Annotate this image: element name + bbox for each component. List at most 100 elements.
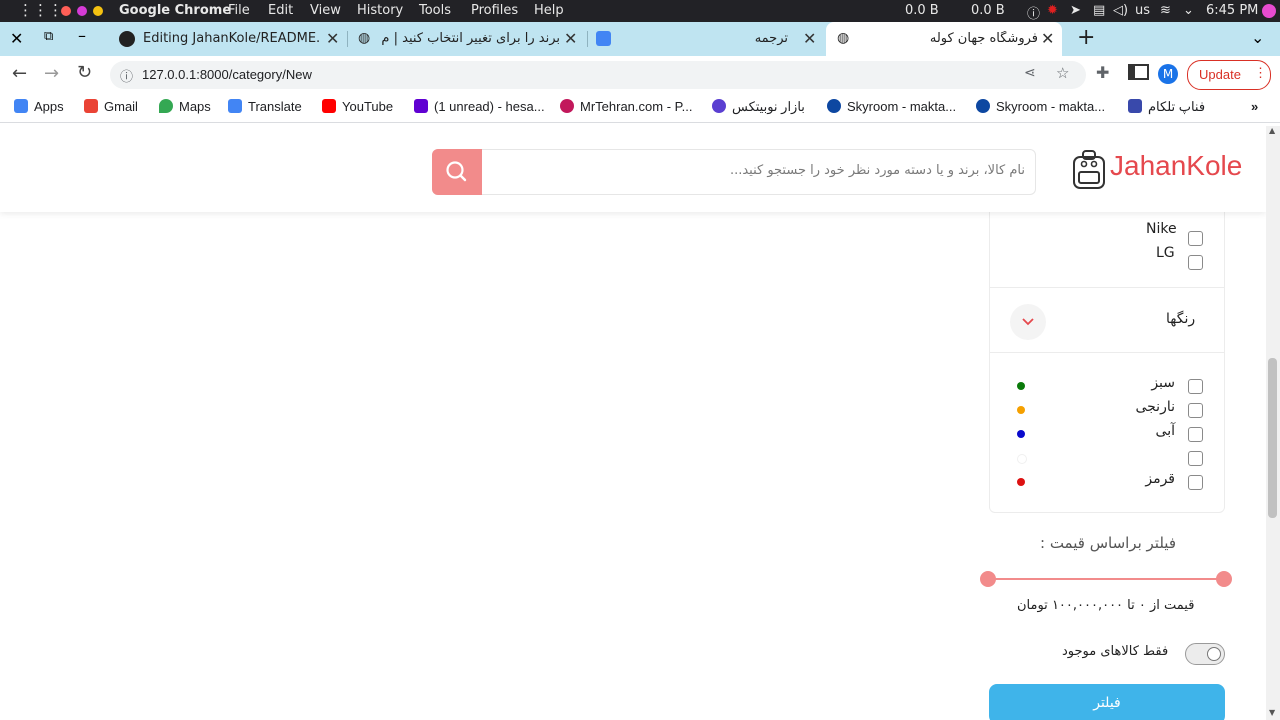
color-label: سبز bbox=[1151, 375, 1175, 391]
bookmark-maps[interactable]: Maps bbox=[159, 99, 211, 114]
menu-help[interactable]: Help bbox=[534, 3, 564, 18]
tab-brand-select[interactable]: ◍ برند را برای تغییر انتخاب کنید | م ✕ bbox=[350, 22, 586, 56]
side-panel-icon[interactable] bbox=[1128, 64, 1149, 80]
menu-tools[interactable]: Tools bbox=[419, 3, 451, 18]
bookmark-apps[interactable]: Apps bbox=[14, 99, 64, 114]
tab-search-icon[interactable]: ⧉ bbox=[44, 29, 53, 44]
search-placeholder: نام کالا، برند و یا دسته مورد نظر خود را… bbox=[729, 163, 1025, 178]
minimize-window-button[interactable] bbox=[77, 6, 87, 16]
close-icon[interactable]: ✕ bbox=[10, 29, 23, 48]
bookmark-gmail[interactable]: Gmail bbox=[84, 99, 138, 114]
apps-grid-icon[interactable]: ⋮⋮⋮ bbox=[18, 1, 63, 19]
color-checkbox[interactable] bbox=[1188, 475, 1203, 490]
color-swatch bbox=[1017, 406, 1025, 414]
tab-title: فروشگاه جهان کوله bbox=[929, 31, 1038, 46]
site-info-icon[interactable]: ⓘ bbox=[120, 66, 133, 85]
bookmark-label: Maps bbox=[179, 99, 211, 114]
tab-list-chevron-icon[interactable]: ⌄ bbox=[1251, 28, 1264, 47]
translate-icon bbox=[596, 31, 611, 46]
bookmark-youtube[interactable]: YouTube bbox=[322, 99, 393, 114]
reload-icon[interactable]: ↻ bbox=[77, 62, 92, 83]
product-search-input[interactable]: نام کالا، برند و یا دسته مورد نظر خود را… bbox=[432, 149, 1036, 195]
update-button[interactable]: Update ⋮ bbox=[1187, 60, 1271, 90]
share-icon[interactable]: ⋖ bbox=[1024, 65, 1036, 81]
close-window-button[interactable] bbox=[61, 6, 71, 16]
backpack-logo-icon[interactable] bbox=[1070, 148, 1108, 190]
gear-status-icon[interactable]: ✹ bbox=[1047, 3, 1058, 18]
maps-pin-icon bbox=[159, 99, 173, 113]
clipboard-icon[interactable]: ▤ bbox=[1093, 3, 1105, 18]
more-bookmarks-icon[interactable]: » bbox=[1251, 99, 1258, 114]
bookmark-star-icon[interactable]: ☆ bbox=[1056, 64, 1069, 82]
brand-checkbox-lg[interactable] bbox=[1188, 255, 1203, 270]
extensions-icon[interactable]: ✚ bbox=[1096, 63, 1109, 82]
tab-strip: ✕ ⧉ – Editing JahanKole/README.m ✕ ◍ برن… bbox=[0, 22, 1280, 56]
address-bar[interactable]: ⓘ 127.0.0.1:8000/category/New ⋖ ☆ bbox=[110, 61, 1086, 89]
color-checkbox[interactable] bbox=[1188, 379, 1203, 394]
menu-file[interactable]: File bbox=[228, 3, 250, 18]
volume-icon[interactable]: ◁) bbox=[1113, 3, 1128, 18]
close-tab-icon[interactable]: ✕ bbox=[803, 29, 816, 48]
bookmark-yahoo-mail[interactable]: (1 unread) - hesa... bbox=[414, 99, 545, 114]
color-checkbox[interactable] bbox=[1188, 451, 1203, 466]
color-checkbox[interactable] bbox=[1188, 427, 1203, 442]
tab-separator bbox=[587, 31, 588, 47]
close-tab-icon[interactable]: ✕ bbox=[326, 29, 339, 48]
tab-translate[interactable]: ترجمه ✕ bbox=[590, 22, 822, 56]
wifi-icon[interactable]: ≋ bbox=[1160, 3, 1171, 18]
brand-checkbox-nike[interactable] bbox=[1188, 231, 1203, 246]
divider bbox=[990, 287, 1224, 288]
close-tab-icon[interactable]: ✕ bbox=[1041, 29, 1054, 48]
tab-jahankole-store[interactable]: ◍ فروشگاه جهان کوله ✕ bbox=[826, 22, 1062, 56]
bookmark-skyroom-1[interactable]: Skyroom - makta... bbox=[827, 99, 956, 114]
menu-edit[interactable]: Edit bbox=[268, 3, 293, 18]
color-checkbox[interactable] bbox=[1188, 403, 1203, 418]
menu-profiles[interactable]: Profiles bbox=[471, 3, 518, 18]
apply-filter-button[interactable]: فیلتر bbox=[989, 684, 1225, 720]
colors-collapse-button[interactable] bbox=[1010, 304, 1046, 340]
page-scrollbar[interactable]: ▲ ▼ bbox=[1266, 126, 1280, 720]
bookmark-fanap[interactable]: فناپ تلکام bbox=[1128, 99, 1205, 115]
scrollbar-thumb[interactable] bbox=[1268, 358, 1277, 518]
new-tab-button[interactable]: + bbox=[1077, 25, 1095, 50]
site-header: نام کالا، برند و یا دسته مورد نظر خود را… bbox=[0, 126, 1266, 212]
menu-history[interactable]: History bbox=[357, 3, 403, 18]
close-tab-icon[interactable]: ✕ bbox=[564, 29, 577, 48]
search-button[interactable] bbox=[432, 149, 482, 195]
tab-title: برند را برای تغییر انتخاب کنید | م bbox=[381, 31, 560, 46]
bookmarks-bar: Apps Gmail Maps Translate YouTube (1 unr… bbox=[0, 94, 1280, 123]
net-down-readout: 0.0 B bbox=[905, 3, 939, 18]
bookmark-translate[interactable]: Translate bbox=[228, 99, 302, 114]
chevron-down-icon[interactable]: ⌄ bbox=[1183, 3, 1194, 18]
price-range-track[interactable] bbox=[980, 571, 1232, 587]
bookmark-mrtehran[interactable]: MrTehran.com - P... bbox=[560, 99, 692, 114]
bookmark-label: Skyroom - makta... bbox=[847, 99, 957, 114]
back-arrow-icon[interactable]: ← bbox=[12, 63, 27, 84]
bookmark-nobitex[interactable]: بازار نوبیتکس bbox=[712, 99, 805, 115]
site-logo-text[interactable]: JahanKole bbox=[1110, 150, 1242, 182]
tab-github-readme[interactable]: Editing JahanKole/README.m ✕ bbox=[110, 22, 350, 56]
maximize-window-button[interactable] bbox=[93, 6, 103, 16]
user-avatar[interactable] bbox=[1262, 4, 1276, 18]
alert-icon[interactable]: ⓘ bbox=[1027, 3, 1040, 22]
color-label: قرمز bbox=[1145, 471, 1175, 487]
scroll-down-arrow-icon[interactable]: ▼ bbox=[1269, 708, 1275, 717]
telegram-icon[interactable]: ➤ bbox=[1070, 3, 1081, 18]
skyroom-icon bbox=[827, 99, 841, 113]
menu-view[interactable]: View bbox=[310, 3, 341, 18]
minimize-icon[interactable]: – bbox=[78, 26, 86, 45]
tab-title: ترجمه bbox=[754, 31, 788, 46]
keyboard-layout[interactable]: us bbox=[1135, 3, 1150, 18]
bookmark-skyroom-2[interactable]: Skyroom - makta... bbox=[976, 99, 1105, 114]
scroll-up-arrow-icon[interactable]: ▲ bbox=[1269, 126, 1275, 135]
in-stock-toggle[interactable] bbox=[1185, 643, 1225, 665]
brand-label-nike: Nike bbox=[1146, 221, 1177, 237]
price-min-handle[interactable] bbox=[980, 571, 996, 587]
globe-icon: ◍ bbox=[837, 30, 850, 46]
color-swatch bbox=[1017, 382, 1025, 390]
profile-avatar[interactable]: M bbox=[1158, 64, 1178, 84]
url-text[interactable]: 127.0.0.1:8000/category/New bbox=[142, 67, 312, 82]
price-max-handle[interactable] bbox=[1216, 571, 1232, 587]
bookmark-label: بازار نوبیتکس bbox=[732, 99, 805, 114]
forward-arrow-icon[interactable]: → bbox=[44, 63, 59, 84]
